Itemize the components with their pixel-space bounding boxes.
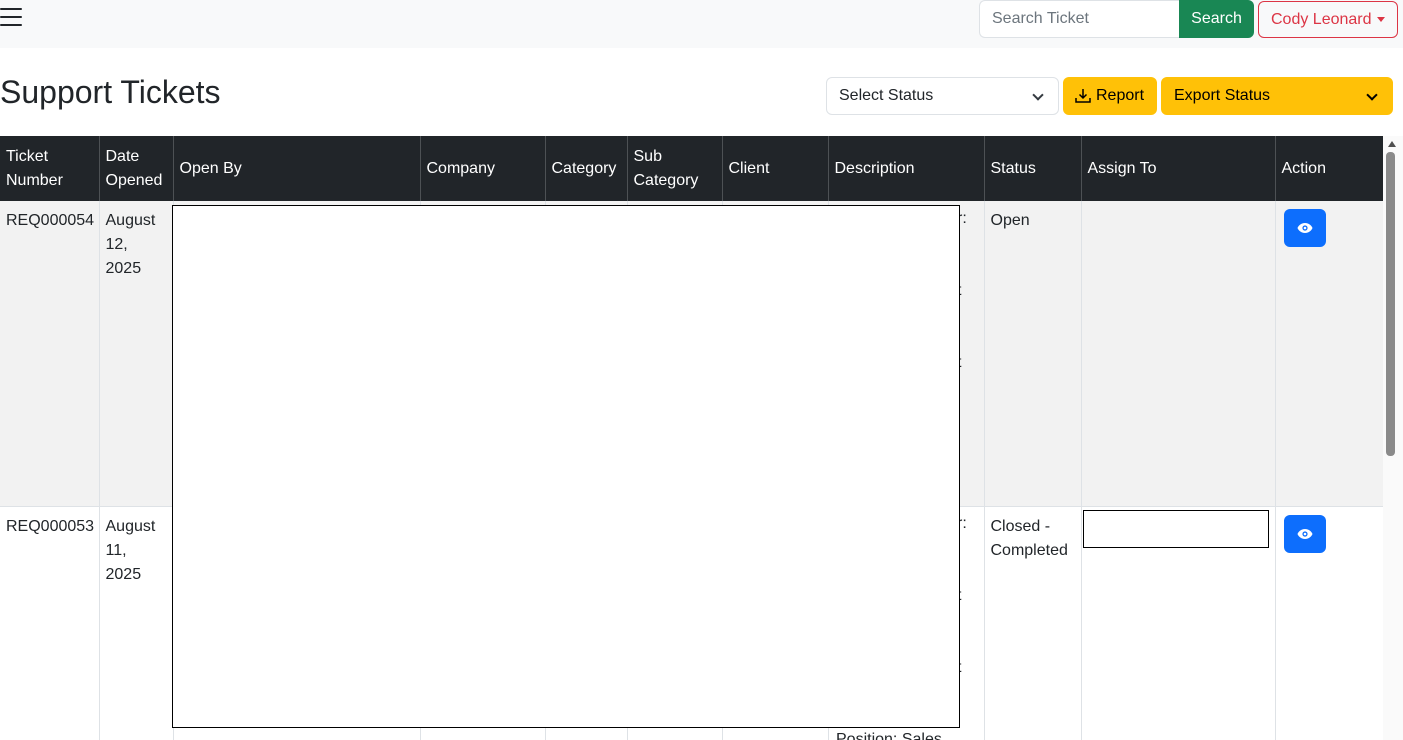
header-client: Client [722,136,829,201]
ticket-number-cell: REQ000054 [0,201,100,507]
caret-down-icon [1377,17,1385,22]
date-opened-cell: August 11, 2025 [99,506,174,740]
header-sub-category: Sub Category [627,136,723,201]
header-open-by: Open By [173,136,421,201]
vertical-scrollbar[interactable] [1383,136,1403,740]
view-ticket-button[interactable] [1283,514,1326,553]
status-cell: Open [984,201,1082,507]
export-status-value: Export Status [1174,87,1271,104]
download-icon [1075,89,1091,103]
header-assign-to: Assign To [1081,136,1276,201]
description-fragment: Position: Sales [836,731,942,740]
report-label: Report [1096,87,1145,104]
header-company: Company [420,136,546,201]
scrollbar-thumb[interactable] [1386,152,1395,456]
header-category: Category [545,136,628,201]
status-filter-select[interactable]: Select Status [826,77,1059,115]
status-cell: Closed - Completed [984,506,1082,740]
search-button[interactable]: Search [1179,0,1254,38]
header-date-opened: Date Opened [99,136,174,201]
assign-to-cell [1081,506,1276,740]
assign-to-select[interactable] [1082,509,1269,548]
eye-icon [1297,223,1312,233]
user-name: Cody Leonard [1271,10,1372,28]
top-navbar: Search Cody Leonard [0,0,1403,48]
assign-to-cell [1081,201,1276,507]
search-ticket-input[interactable] [979,0,1181,38]
blank-overlay-panel [172,205,960,728]
view-ticket-button[interactable] [1283,209,1326,247]
action-cell [1275,506,1383,740]
chevron-down-icon [1366,89,1378,101]
table-header-row: Ticket Number Date Opened Open By Compan… [0,136,1383,201]
action-cell [1275,201,1383,507]
page-title: Support Tickets [0,74,221,110]
header-action: Action [1275,136,1383,201]
chevron-down-icon [1032,89,1044,101]
report-button[interactable]: Report [1063,77,1157,115]
hamburger-menu-icon[interactable] [0,5,24,31]
header-ticket-number: Ticket Number [0,136,100,201]
scroll-up-arrow-icon[interactable] [1388,141,1396,147]
ticket-number-cell: REQ000053 [0,506,100,740]
export-status-select[interactable]: Export Status [1161,77,1393,115]
user-menu-button[interactable]: Cody Leonard [1258,1,1398,38]
status-filter-value: Select Status [839,87,934,104]
header-status: Status [984,136,1082,201]
header-description: Description [828,136,985,201]
date-opened-cell: August 12, 2025 [99,201,174,507]
eye-icon [1297,528,1312,539]
